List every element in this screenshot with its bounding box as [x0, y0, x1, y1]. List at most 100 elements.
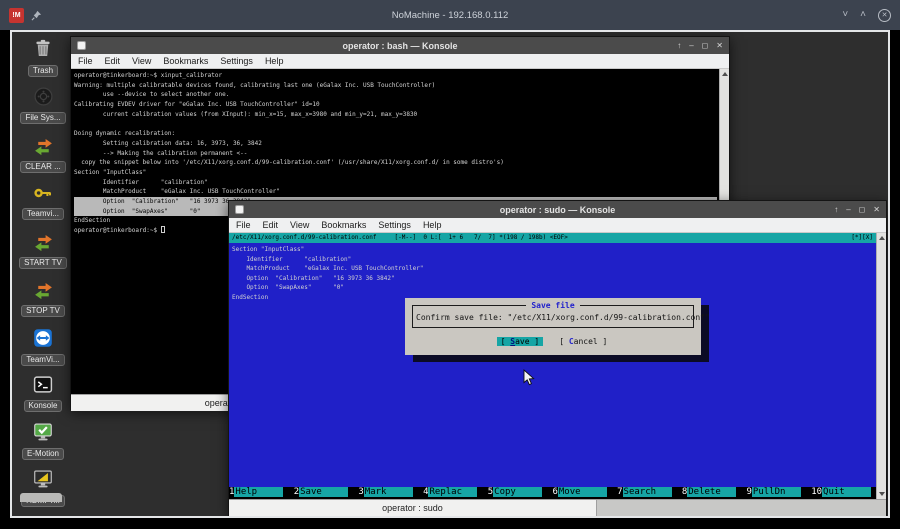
tab-operator-sudo[interactable]: operator : sudo	[229, 500, 597, 517]
terminal-line	[74, 119, 717, 129]
menu-item-settings[interactable]: Settings	[378, 220, 411, 230]
desktop-icon-label: Teamvi...	[22, 208, 64, 220]
window-titlebar[interactable]: operator : bash — Konsole ↑ – ◻ ✕	[71, 37, 729, 54]
desktop-icon-label: STOP TV	[21, 305, 65, 317]
editor-line: Option "Calibration" "16 3973 36 3842"	[232, 274, 876, 284]
maximize-icon[interactable]: ◻	[702, 41, 709, 50]
menu-item-file[interactable]: File	[78, 56, 93, 66]
desktop-icon-trash[interactable]: Trash	[14, 37, 72, 78]
menu-item-bookmarks[interactable]: Bookmarks	[321, 220, 366, 230]
desktop-icon-konsole[interactable]: Konsole	[14, 374, 72, 413]
terminal-line: Section "InputClass"	[74, 168, 717, 178]
menu-item-view[interactable]: View	[290, 220, 309, 230]
save-file-dialog: Save file Confirm save file: "/etc/X11/x…	[405, 298, 701, 355]
menu-bar: File Edit View Bookmarks Settings Help	[229, 218, 886, 233]
screen: { "colors": { "nomachine_bar": "#3c434f"…	[0, 0, 900, 529]
minimize-icon[interactable]: –	[846, 205, 850, 214]
save-button[interactable]: [ Save ]	[497, 337, 544, 346]
fkey-copy[interactable]: 5Copy	[488, 487, 553, 497]
editor-line: Option "SwapAxes" "0"	[232, 283, 876, 293]
scroll-up-icon[interactable]	[877, 236, 886, 240]
terminal-output[interactable]: /etc/X11/xorg.conf.d/99-calibration.conf…	[229, 233, 886, 499]
fkey-save[interactable]: 2Save	[294, 487, 359, 497]
trash-icon	[14, 37, 72, 60]
chevron-up-icon[interactable]: ˄	[860, 10, 866, 20]
terminal-cursor	[161, 226, 165, 233]
desktop-icon-label: TeamVi...	[21, 354, 64, 366]
terminal-line: current calibration values (from XInput)…	[74, 110, 717, 120]
panel-hide-handle[interactable]	[20, 493, 62, 502]
menu-item-edit[interactable]: Edit	[105, 56, 121, 66]
scrollbar[interactable]	[876, 233, 886, 499]
fkey-search[interactable]: 7Search	[617, 487, 682, 497]
fkey-help[interactable]: 1Help	[229, 487, 294, 497]
scroll-down-icon[interactable]	[877, 492, 886, 496]
desktop-icon-teamviewer[interactable]: TeamVi...	[14, 327, 72, 367]
desktop-icon-clear[interactable]: CLEAR ...	[14, 135, 72, 174]
desktop-icon-label: START TV	[19, 257, 67, 269]
minimize-icon[interactable]: –	[689, 41, 693, 50]
desktop-icon-teamviewer-key[interactable]: Teamvi...	[14, 183, 72, 221]
fkey-move[interactable]: 6Move	[552, 487, 617, 497]
key-icon	[14, 183, 72, 203]
desktop-icon-filesystem[interactable]: File Sys...	[14, 86, 72, 125]
menu-item-settings[interactable]: Settings	[220, 56, 253, 66]
menu-item-help[interactable]: Help	[423, 220, 442, 230]
desktop-icon-start-tv[interactable]: START TV	[14, 231, 72, 270]
close-icon[interactable]: ✕	[873, 205, 880, 214]
terminal-line: Identifier "calibration"	[74, 178, 717, 188]
terminal-line: operator@tinkerboard:~$ xinput_calibrato…	[74, 71, 717, 81]
menu-item-edit[interactable]: Edit	[263, 220, 279, 230]
tab-bar: operator : sudo	[229, 499, 886, 517]
close-circle-icon[interactable]: ✕	[878, 9, 891, 22]
terminal-line: Doing dynamic recalibration:	[74, 129, 717, 139]
menu-item-view[interactable]: View	[132, 56, 151, 66]
menu-bar: File Edit View Bookmarks Settings Help	[71, 54, 729, 69]
fkey-delete[interactable]: 8Delete	[682, 487, 747, 497]
close-icon[interactable]: ✕	[716, 41, 723, 50]
fkey-quit[interactable]: 10Quit	[811, 487, 876, 497]
window-title: operator : bash — Konsole	[71, 41, 729, 51]
remote-desktop: Trash File Sys... CLEAR ... Teamvi... ST…	[10, 30, 890, 518]
keep-above-icon[interactable]: ↑	[677, 41, 681, 50]
chevron-down-icon[interactable]: ˅	[842, 10, 848, 20]
desktop-icon-emotion[interactable]: E-Motion	[14, 421, 72, 461]
desktop-icon-stop-tv[interactable]: STOP TV	[14, 279, 72, 318]
terminal-line: Warning: multiple calibratable devices f…	[74, 81, 717, 91]
nomachine-session-title: NoMachine - 192.168.0.112	[0, 10, 900, 21]
monitor-check-icon	[14, 421, 72, 443]
editor-line: Section "InputClass"	[232, 245, 876, 255]
terminal-line: copy the snippet below into '/etc/X11/xo…	[74, 158, 717, 168]
maximize-icon[interactable]: ◻	[859, 205, 866, 214]
fkey-mark[interactable]: 3Mark	[358, 487, 423, 497]
cancel-button[interactable]: [ Cancel ]	[557, 337, 609, 346]
mcedit-window-controls[interactable]: [*][X]	[851, 233, 873, 243]
terminal-line: Calibrating EVDEV driver for "eGalax Inc…	[74, 100, 717, 110]
window-title: operator : sudo — Konsole	[229, 205, 886, 215]
menu-item-file[interactable]: File	[236, 220, 251, 230]
terminal-line: --> Making the calibration permanent <--	[74, 149, 717, 159]
sync-arrows-icon	[14, 231, 72, 252]
desktop-icon-hdmi[interactable]: HDMI-T...	[14, 468, 72, 508]
desktop-icon-label: Trash	[28, 65, 58, 77]
mcedit-status: [-M--] 0 L:[ 1+ 6 7/ 7] *(198 / 198b) <E…	[395, 233, 852, 243]
filesystem-icon	[14, 86, 72, 107]
mcedit-function-key-bar: 1Help2Save3Mark4Replac5Copy6Move7Search8…	[229, 487, 876, 497]
fkey-pulldn[interactable]: 9PullDn	[747, 487, 812, 497]
mcedit-text-area[interactable]: Section "InputClass" Identifier "calibra…	[229, 243, 876, 487]
dialog-frame: Save file Confirm save file: "/etc/X11/x…	[412, 305, 694, 328]
fkey-replac[interactable]: 4Replac	[423, 487, 488, 497]
mcedit-file-path: /etc/X11/xorg.conf.d/99-calibration.conf	[232, 233, 377, 243]
monitor-triangle-icon	[14, 468, 72, 490]
terminal-line: use --device to select another one.	[74, 90, 717, 100]
window-titlebar[interactable]: operator : sudo — Konsole ↑ – ◻ ✕	[229, 201, 886, 218]
mouse-cursor	[523, 369, 535, 391]
sync-arrows-icon	[14, 135, 72, 156]
menu-item-bookmarks[interactable]: Bookmarks	[163, 56, 208, 66]
terminal-line: MatchProduct "eGalax Inc. USB TouchContr…	[74, 187, 717, 197]
keep-above-icon[interactable]: ↑	[834, 205, 838, 214]
desktop-icon-label: E-Motion	[22, 448, 64, 460]
editor-line: Identifier "calibration"	[232, 255, 876, 265]
scroll-up-icon[interactable]	[720, 72, 729, 76]
menu-item-help[interactable]: Help	[265, 56, 284, 66]
